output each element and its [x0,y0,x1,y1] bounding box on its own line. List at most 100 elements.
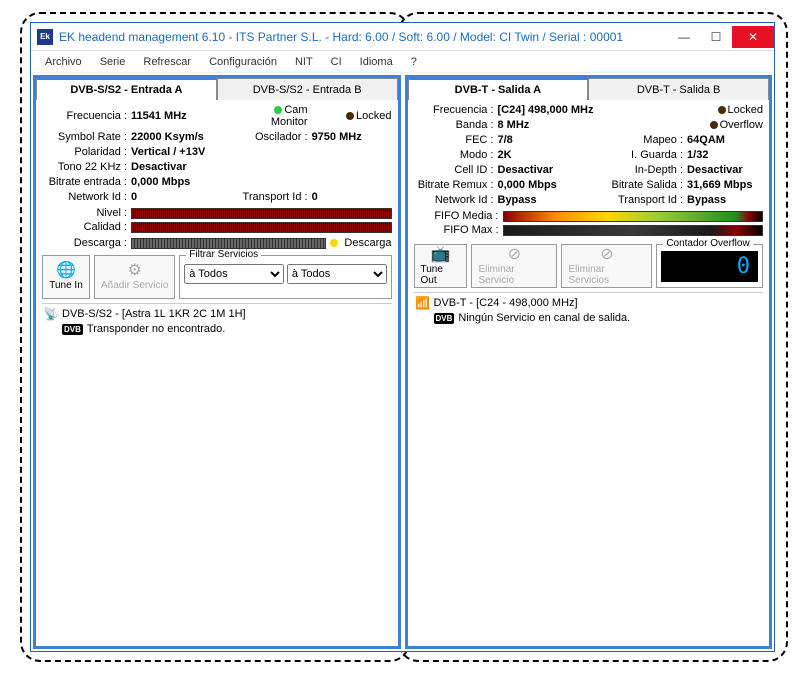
dvb-badge-icon: DVB [62,324,83,335]
output-panel: DVB-T - Salida A DVB-T - Salida B Frecue… [405,75,773,649]
overflow-legend: Contador Overflow [663,238,752,249]
add-service-button[interactable]: ⚙ Añadir Servicio [94,255,175,299]
lbl-tono: Tono 22 KHz : [42,161,127,173]
lbl-indepth: In-Depth : [608,164,683,176]
lbl-bitrate-salida: Bitrate Salida : [608,179,683,191]
output-tree: 📶 DVB-T - [C24 - 498,000 MHz] DVB Ningún… [414,292,764,642]
filter-services-group: Filtrar Servicios à Todos à Todos [179,255,391,299]
val-cell: Desactivar [498,164,605,176]
lbl-overflow: Overflow [687,119,763,131]
tune-in-button[interactable]: 🌐 Tune In [42,255,90,299]
menu-serie[interactable]: Serie [92,54,134,70]
fifo-media-meter [503,211,764,222]
lbl-nivel: Nivel : [42,207,127,219]
descarga-meter [131,238,326,249]
lbl-modo: Modo : [414,149,494,161]
minimize-button[interactable]: — [668,26,700,48]
descarga-dot-icon [330,239,338,247]
input-tree: 📡 DVB-S/S2 - [Astra 1L 1KR 2C 1M 1H] DVB… [42,303,392,642]
antenna-icon: 📶 [416,296,430,310]
val-bitrate-salida: 31,669 Mbps [687,179,763,191]
lbl-frecuencia: Frecuencia : [42,110,127,122]
val-banda: 8 MHz [498,119,605,131]
tab-salida-a[interactable]: DVB-T - Salida A [408,78,589,100]
lbl-fec: FEC : [414,134,494,146]
val-frecuencia: 11541 MHz [131,110,234,122]
locked-dot-icon [346,112,354,120]
lbl-descarga: Descarga : [42,237,127,249]
lbl-bitrate-in: Bitrate entrada : [42,176,127,188]
app-icon: Ek [37,29,53,45]
menu-archivo[interactable]: Archivo [37,54,90,70]
tree-root-input[interactable]: 📡 DVB-S/S2 - [Astra 1L 1KR 2C 1M 1H] [42,306,392,322]
menu-configuracion[interactable]: Configuración [201,54,285,70]
remove-service-button[interactable]: ⊘ Eliminar Servicio [471,244,557,288]
val-transport-out: Bypass [687,194,763,206]
tune-out-button[interactable]: 📺 Tune Out [414,244,468,288]
lbl-network-in: Network Id : [42,191,127,203]
val-bitrate-remux: 0,000 Mbps [498,179,605,191]
val-oscilador: 9750 MHz [312,131,392,143]
val-polaridad: Vertical / +13V [131,146,392,158]
maximize-button[interactable]: ☐ [700,26,732,48]
menu-nit[interactable]: NIT [287,54,321,70]
val-mapeo: 64QAM [687,134,763,146]
lbl-locked-a: Locked [312,110,392,122]
lbl-frecuencia-out: Frecuencia : [414,104,494,116]
titlebar: Ek EK headend management 6.10 - ITS Part… [31,23,774,51]
lbl-fifo-media: FIFO Media : [414,210,499,222]
lbl-network-out: Network Id : [414,194,494,206]
val-network-out: Bypass [498,194,605,206]
val-iguarda: 1/32 [687,149,763,161]
tree-child-input[interactable]: DVB Transponder no encontrado. [60,322,392,336]
menubar: Archivo Serie Refrescar Configuración NI… [31,51,774,73]
filter-select-1[interactable]: à Todos [184,264,284,284]
lbl-oscilador: Oscilador : [238,131,308,143]
val-transport-in: 0 [312,191,392,203]
val-symbolrate: 22000 Ksym/s [131,131,234,143]
cancel-all-icon: ⊘ [600,247,613,263]
tab-salida-b[interactable]: DVB-T - Salida B [588,78,769,100]
tab-entrada-b[interactable]: DVB-S/S2 - Entrada B [217,78,398,100]
window-title: EK headend management 6.10 - ITS Partner… [59,30,668,44]
menu-help[interactable]: ? [403,54,425,70]
lbl-locked-out: Locked [687,104,763,116]
overflow-dot-icon [710,121,718,129]
cam-dot-icon [274,106,282,114]
filter-legend: Filtrar Servicios [186,249,261,260]
lbl-calidad: Calidad : [42,221,127,233]
satellite-icon: 📡 [44,307,58,321]
filter-select-2[interactable]: à Todos [287,264,387,284]
val-tono: Desactivar [131,161,392,173]
lbl-transport-in: Transport Id : [238,191,308,203]
val-fec: 7/8 [498,134,605,146]
close-button[interactable]: ✕ [732,26,774,48]
menu-refrescar[interactable]: Refrescar [135,54,199,70]
val-indepth: Desactivar [687,164,763,176]
input-panel: DVB-S/S2 - Entrada A DVB-S/S2 - Entrada … [33,75,401,649]
lbl-polaridad: Polaridad : [42,146,127,158]
tree-root-output[interactable]: 📶 DVB-T - [C24 - 498,000 MHz] [414,295,764,311]
tree-child-output[interactable]: DVB Ningún Servicio en canal de salida. [432,311,764,325]
lbl-cam: Cam Monitor [238,104,308,128]
lbl-symbolrate: Symbol Rate : [42,131,127,143]
val-bitrate-in: 0,000 Mbps [131,176,392,188]
gear-icon: ⚙ [127,263,141,279]
dvb-badge-icon: DVB [434,313,455,324]
globe-icon: 🌐 [56,263,76,279]
calidad-meter [131,222,392,233]
menu-idioma[interactable]: Idioma [352,54,401,70]
app-window: Ek EK headend management 6.10 - ITS Part… [30,22,775,652]
overflow-counter-display: 0 [661,251,758,282]
tab-entrada-a[interactable]: DVB-S/S2 - Entrada A [36,78,217,100]
val-network-in: 0 [131,191,234,203]
fifo-max-meter [503,225,764,236]
remove-services-button[interactable]: ⊘ Eliminar Servicios [561,244,652,288]
menu-ci[interactable]: CI [323,54,350,70]
lbl-iguarda: I. Guarda : [608,149,683,161]
val-modo: 2K [498,149,605,161]
overflow-counter-group: Contador Overflow 0 [656,244,763,288]
locked-dot-icon [718,106,726,114]
val-frecuencia-out: [C24] 498,000 MHz [498,104,605,116]
lbl-fifo-max: FIFO Max : [414,224,499,236]
